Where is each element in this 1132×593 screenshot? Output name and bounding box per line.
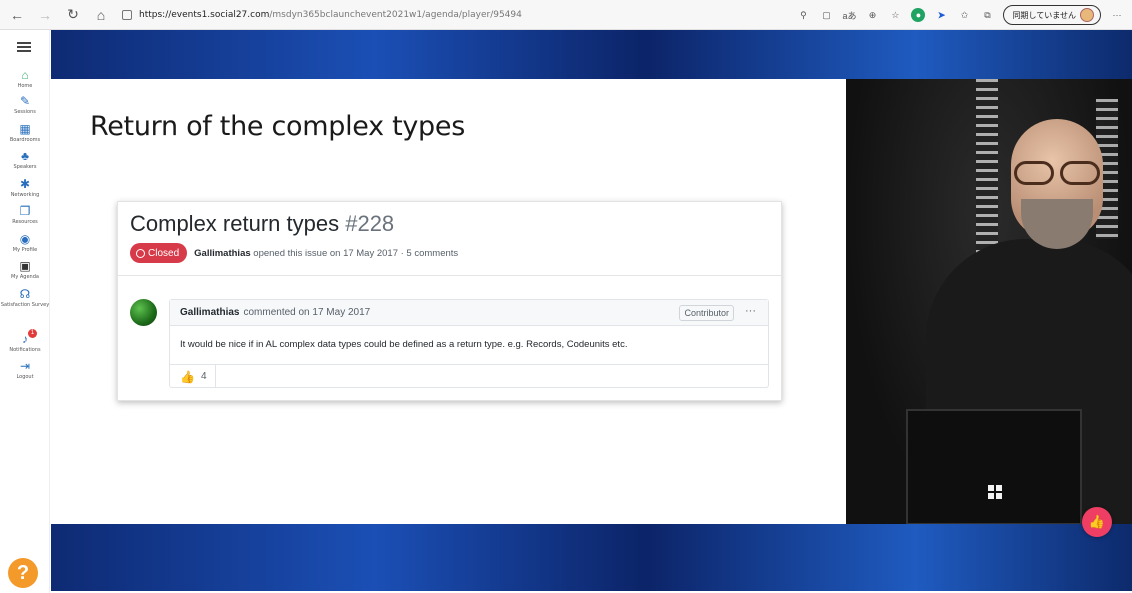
collections-icon[interactable]: ⧉ [980,8,994,22]
comment-date: commented on 17 May 2017 [243,307,371,318]
issue-author: Gallimathias [194,247,251,259]
url-host: https://events1.social27.com [139,9,270,20]
profile-icon: ◉ [19,232,31,246]
back-icon[interactable]: ← [6,4,28,26]
key-icon[interactable]: ⚲ [796,8,810,22]
survey-icon: ☊ [19,287,31,301]
thumbs-up-icon: 👍 [180,369,195,384]
lock-icon [122,9,132,20]
presentation-slide: Return of the complex types Complex retu… [51,79,846,524]
sidebar-item-resources[interactable]: ❐ Resources [0,204,50,225]
avatar [1080,8,1094,22]
issue-meta: Gallimathias opened this issue on 17 May… [194,248,458,259]
video-player[interactable]: Return of the complex types Complex retu… [51,30,1132,591]
comment-box: Gallimathias commented on 17 May 2017 Co… [169,299,769,388]
address-bar[interactable]: https://events1.social27.com /msdyn365bc… [122,9,522,20]
windows-logo-icon [988,485,1002,499]
pen-icon: ✎ [19,94,31,108]
sync-label: 同期していません [1012,10,1076,20]
url-path: /msdyn365bclaunchevent2021w1/agenda/play… [269,9,522,20]
status-label: Closed [148,247,180,259]
sidebar-item-my-profile[interactable]: ◉ My Profile [0,232,50,253]
divider [118,275,781,276]
status-badge: Closed [130,243,188,263]
laptop [906,409,1082,524]
read-aloud-icon[interactable]: aあ [842,8,856,22]
contributor-badge: Contributor [679,305,734,321]
sidebar-item-label: Home [17,83,33,89]
banner-bottom [51,524,1132,591]
profile-sync-button[interactable]: 同期していません [1003,5,1101,25]
zoom-icon[interactable]: ⊕ [865,8,879,22]
closed-icon [136,248,145,258]
issue-card: Complex return types #228 Closed Gallima… [117,201,782,401]
sidebar-item-label: Resources [12,219,38,225]
studio-light [976,79,998,259]
sidebar-item-label: My Agenda [11,274,39,280]
logout-icon: ⇥ [19,359,31,373]
notification-badge: 1 [28,329,37,338]
boardroom-icon: ▦ [19,122,31,136]
menu-icon[interactable] [17,42,31,52]
sidebar-item-logout[interactable]: ⇥ Logout [0,359,50,380]
networking-icon: ✱ [19,177,31,191]
thumbs-up-reaction: 👍 4 [170,365,216,388]
reaction-count: 4 [200,371,207,382]
speaker-video [846,79,1132,524]
home-icon: ⌂ [21,68,29,82]
home-icon[interactable]: ⌂ [90,4,112,26]
issue-title: Complex return types #228 [130,211,394,237]
sidebar-item-my-agenda[interactable]: ▣ My Agenda [0,259,50,280]
extension-blue-icon[interactable]: ➤ [934,8,948,22]
sidebar-item-label: My Profile [12,247,38,253]
comment-avatar [130,299,157,326]
sidebar-item-networking[interactable]: ✱ Networking [0,177,50,198]
sidebar-item-boardrooms[interactable]: ▦ Boardrooms [0,122,50,143]
reactions-bar: 👍 4 [170,364,768,388]
favorites-icon[interactable]: ✩ [957,8,971,22]
issue-status-row: Closed Gallimathias opened this issue on… [130,243,458,263]
like-button[interactable]: 👍 [1082,507,1112,537]
resources-icon: ❐ [19,204,31,218]
thumbs-up-icon: 👍 [1088,514,1106,529]
sidebar-item-label: Logout [16,374,34,380]
banner-top [51,30,1132,79]
sidebar-item-satisfaction-survey[interactable]: ☊ Satisfaction Survey [0,287,50,308]
speaker-icon: ♣ [21,149,29,163]
sidebar-item-label: Notifications [9,347,41,353]
sidebar-item-notifications[interactable]: ♪ 1 Notifications [0,329,50,353]
refresh-icon[interactable]: ↻ [62,4,84,26]
slide-title: Return of the complex types [90,111,465,142]
favorite-add-icon[interactable]: ☆ [888,8,902,22]
issue-number: #228 [345,211,395,236]
comment-body: It would be nice if in AL complex data t… [180,339,628,350]
extension-green-icon[interactable]: ● [911,8,926,22]
sidebar-item-label: Sessions [14,109,36,115]
app-icon[interactable]: ▢ [819,8,833,22]
speaker-glasses [1014,161,1100,185]
comment-header: Gallimathias commented on 17 May 2017 Co… [170,300,768,326]
sidebar-item-home[interactable]: ⌂ Home [0,68,50,89]
more-icon: ··· [745,305,756,317]
sidebar-item-sessions[interactable]: ✎ Sessions [0,94,50,115]
forward-icon[interactable]: → [34,4,56,26]
sidebar: ⌂ Home ✎ Sessions ▦ Boardrooms ♣ Speaker… [0,30,50,593]
issue-title-text: Complex return types [130,211,340,236]
browser-toolbar: ← → ↻ ⌂ https://events1.social27.com /ms… [0,0,1132,30]
sidebar-item-label: Boardrooms [9,137,41,143]
sidebar-item-label: Satisfaction Survey [0,302,50,308]
help-button[interactable]: ? [8,558,38,588]
sidebar-item-label: Speakers [13,164,37,170]
sidebar-item-label: Networking [10,192,40,198]
more-icon[interactable]: ··· [1110,8,1124,22]
sidebar-item-speakers[interactable]: ♣ Speakers [0,149,50,170]
agenda-icon: ▣ [19,259,31,273]
comment-author: Gallimathias [180,307,240,318]
issue-meta-text: opened this issue on 17 May 2017 · 5 com… [253,247,459,259]
